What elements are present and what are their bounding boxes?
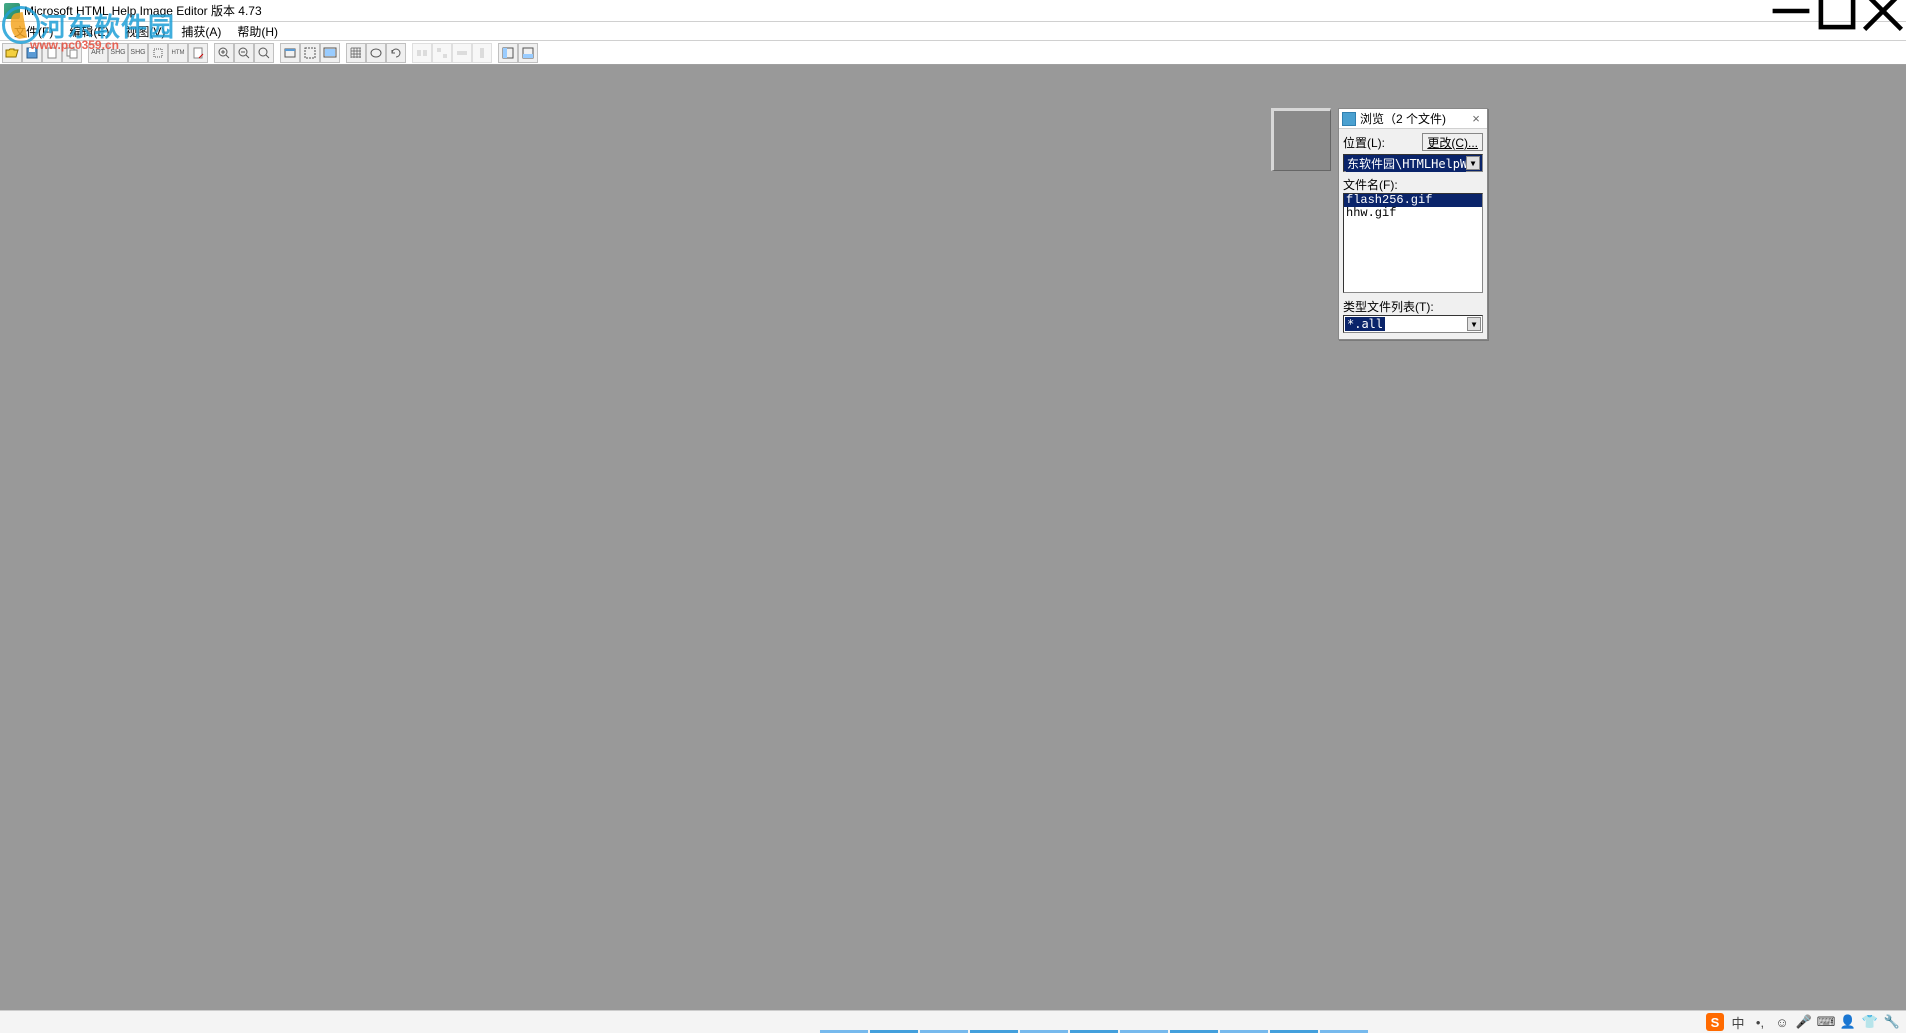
thumbnail-preview — [1271, 108, 1331, 171]
menu-capture[interactable]: 捕获(A) — [173, 21, 229, 42]
align4-icon[interactable] — [472, 43, 492, 63]
clip-icon[interactable] — [148, 43, 168, 63]
capture-window-icon[interactable] — [280, 43, 300, 63]
location-value: 东软件园\HTMLHelpWorkshop — [1346, 155, 1466, 172]
workspace — [0, 65, 1906, 1010]
open-icon[interactable] — [2, 43, 22, 63]
redo-icon[interactable] — [386, 43, 406, 63]
shg2-icon[interactable]: SHG — [128, 43, 148, 63]
browse-panel: 浏览（2 个文件) × 位置(L): 更改(C)... 东软件园\HTMLHel… — [1338, 108, 1488, 340]
align2-icon[interactable] — [432, 43, 452, 63]
system-tray: S 中 •, ☺ 🎤 ⌨ 👤 👕 🔧 — [1706, 1011, 1906, 1033]
zoom-fit-icon[interactable] — [254, 43, 274, 63]
ime-keyboard-icon[interactable]: ⌨ — [1818, 1014, 1834, 1030]
align1-icon[interactable] — [412, 43, 432, 63]
browse-panel-titlebar[interactable]: 浏览（2 个文件) × — [1339, 109, 1487, 129]
window-titlebar: Microsoft HTML Help Image Editor 版本 4.73 — [0, 0, 1906, 22]
close-button[interactable] — [1860, 0, 1906, 22]
filename-label: 文件名(F): — [1343, 176, 1483, 193]
type-dropdown[interactable]: *.all ▼ — [1343, 315, 1483, 333]
type-value: *.all — [1345, 317, 1385, 331]
app-icon — [4, 3, 20, 19]
page-icon[interactable] — [188, 43, 208, 63]
ime-user-icon[interactable]: 👤 — [1840, 1014, 1856, 1030]
ime-settings-icon[interactable]: 🔧 — [1884, 1014, 1900, 1030]
grid-icon[interactable] — [346, 43, 366, 63]
chevron-down-icon: ▼ — [1466, 156, 1480, 170]
copy-icon[interactable] — [62, 43, 82, 63]
chevron-down-icon: ▼ — [1467, 317, 1481, 331]
taskbar: S 中 •, ☺ 🎤 ⌨ 👤 👕 🔧 — [0, 1010, 1906, 1033]
browse-panel-icon — [1342, 112, 1356, 126]
capture-screen-icon[interactable] — [320, 43, 340, 63]
panel2-icon[interactable] — [518, 43, 538, 63]
menu-view[interactable]: 视图(V) — [117, 21, 173, 42]
location-dropdown[interactable]: 东软件园\HTMLHelpWorkshop ▼ — [1343, 154, 1483, 172]
browse-panel-close[interactable]: × — [1468, 111, 1484, 126]
save-icon[interactable] — [22, 43, 42, 63]
oval-icon[interactable] — [366, 43, 386, 63]
capture-region-icon[interactable] — [300, 43, 320, 63]
new-icon[interactable] — [42, 43, 62, 63]
menubar: 文件(F) 编辑(E) 视图(V) 捕获(A) 帮助(H) — [0, 22, 1906, 41]
minimize-button[interactable] — [1768, 0, 1814, 22]
menu-file[interactable]: 文件(F) — [6, 21, 61, 42]
toolbar: ART SHG SHG HTM — [0, 41, 1906, 65]
shg-icon[interactable]: SHG — [108, 43, 128, 63]
change-button[interactable]: 更改(C)... — [1422, 133, 1483, 151]
maximize-button[interactable] — [1814, 0, 1860, 22]
ime-lang-icon[interactable]: 中 — [1730, 1014, 1746, 1030]
align3-icon[interactable] — [452, 43, 472, 63]
type-label: 类型文件列表(T): — [1343, 298, 1483, 315]
menu-edit[interactable]: 编辑(E) — [61, 21, 117, 42]
ime-skin-icon[interactable]: 👕 — [1862, 1014, 1878, 1030]
zoom-out-icon[interactable] — [234, 43, 254, 63]
ime-mic-icon[interactable]: 🎤 — [1796, 1014, 1812, 1030]
list-item[interactable]: hhw.gif — [1344, 207, 1482, 220]
html-icon[interactable]: HTM — [168, 43, 188, 63]
ime-face-icon[interactable]: ☺ — [1774, 1014, 1790, 1030]
file-listbox[interactable]: flash256.gif hhw.gif — [1343, 193, 1483, 293]
menu-help[interactable]: 帮助(H) — [229, 21, 286, 42]
ime-punct-icon[interactable]: •, — [1752, 1014, 1768, 1030]
panel1-icon[interactable] — [498, 43, 518, 63]
zoom-in-icon[interactable] — [214, 43, 234, 63]
browse-panel-title: 浏览（2 个文件) — [1360, 110, 1446, 127]
window-title: Microsoft HTML Help Image Editor 版本 4.73 — [24, 2, 262, 19]
art-icon[interactable]: ART — [88, 43, 108, 63]
location-label: 位置(L): — [1343, 134, 1385, 151]
ime-sogou-icon[interactable]: S — [1706, 1013, 1724, 1031]
